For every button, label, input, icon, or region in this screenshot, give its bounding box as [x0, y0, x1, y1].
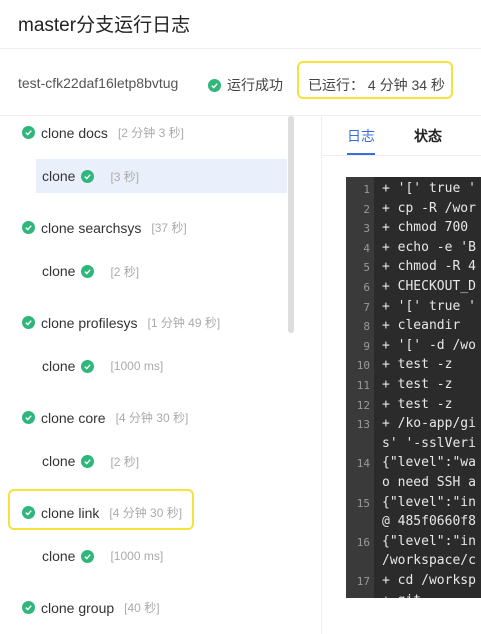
log-console[interactable]: 1 + '[' true ' 2 + cp -R /wor 3 + chmod 700 4… — [346, 177, 481, 598]
log-line-text: @ 485f0660f8 — [382, 514, 476, 530]
step-duration: [40 秒] — [124, 601, 160, 615]
log-line-text: + cp -R /wor — [382, 200, 476, 216]
tab-log[interactable]: 日志 — [347, 126, 375, 146]
substep-clone-link[interactable]: clone [1000 ms] — [36, 539, 287, 573]
substep-duration: [1000 ms] — [110, 359, 164, 373]
panel-divider — [321, 116, 322, 634]
tab-status[interactable]: 状态 — [414, 126, 442, 146]
step-duration: [1 分钟 49 秒] — [147, 316, 221, 330]
success-check-icon — [22, 126, 35, 139]
log-line-number: 4 — [363, 241, 370, 255]
run-status: 运行成功 — [208, 75, 283, 95]
success-check-icon — [81, 264, 95, 278]
success-check-icon — [81, 549, 95, 563]
substep-name: clone — [42, 168, 76, 184]
success-check-icon — [81, 169, 95, 183]
log-line-text: /workspace/c — [382, 553, 476, 569]
step-highlight — [8, 489, 194, 530]
step-name: clone core — [41, 409, 106, 426]
substep-name: clone — [42, 358, 76, 374]
substep-clone-docs[interactable]: clone [3 秒] — [36, 159, 287, 193]
log-line-text: + '[' true ' — [382, 298, 476, 314]
step-clone-core[interactable]: clone core [4 分钟 30 秒] — [22, 409, 188, 426]
step-duration: [4 分钟 30 秒] — [115, 411, 189, 425]
log-line-text: + /ko-app/gi — [382, 416, 476, 432]
log-line-text: {"level":"in — [382, 494, 476, 510]
substep-duration: [3 秒] — [110, 169, 140, 184]
log-line-number: 7 — [363, 300, 370, 314]
log-line-text: {"level":"wa — [382, 455, 476, 471]
log-line-text: o need SSH a — [382, 475, 476, 490]
log-line-text: + echo -e 'B — [382, 239, 476, 255]
step-duration: [37 秒] — [151, 221, 187, 235]
log-line-number: 9 — [363, 339, 370, 353]
log-line-number: 5 — [363, 261, 370, 275]
log-line-text: + cleandir — [382, 318, 461, 334]
elapsed-time: 已运行： 4 分钟 34 秒 — [308, 77, 445, 93]
log-line-number: 12 — [356, 398, 370, 412]
tab-divider — [322, 155, 481, 156]
step-name: clone profilesys — [41, 314, 138, 331]
log-line-number: 17 — [356, 575, 370, 588]
step-name: clone searchsys — [41, 219, 142, 236]
log-line-text: + '[' true ' — [382, 181, 476, 196]
log-line-text: + test -z — [382, 357, 453, 373]
log-line-text: + chmod 700 — [382, 220, 476, 236]
substep-duration: [2 秒] — [110, 454, 140, 469]
log-line-number: 6 — [363, 281, 370, 294]
log-line-text: + CHECKOUT_D — [382, 279, 476, 294]
substep-duration: [1000 ms] — [110, 549, 164, 563]
log-line-number: 14 — [356, 457, 370, 471]
step-list: clone docs [2 分钟 3 秒] clone [3 秒] clone … — [0, 116, 300, 634]
substep-name: clone — [42, 263, 76, 279]
success-check-icon — [22, 221, 35, 234]
log-line-number: 3 — [363, 222, 370, 236]
log-line-number: 11 — [356, 379, 370, 392]
log-line-text: + test -z — [382, 377, 453, 392]
success-check-icon — [22, 316, 35, 329]
step-list-scrollbar[interactable] — [288, 116, 294, 333]
log-line-number: 15 — [356, 496, 370, 510]
log-line-text: {"level":"in — [382, 533, 476, 549]
log-line-number: 16 — [356, 535, 370, 549]
step-clone-profilesys[interactable]: clone profilesys [1 分钟 49 秒] — [22, 314, 220, 331]
log-line-text: + '[' -d /wo — [382, 337, 476, 353]
step-clone-group[interactable]: clone group [40 秒] — [22, 599, 160, 616]
log-line-number: 10 — [356, 359, 370, 373]
success-check-icon — [81, 359, 95, 373]
log-line-number: 1 — [363, 183, 370, 196]
log-line-number: 13 — [356, 418, 370, 432]
log-line-text: s' '-sslVeri — [382, 435, 476, 451]
page-title: master分支运行日志 — [18, 15, 191, 36]
step-clone-docs[interactable]: clone docs [2 分钟 3 秒] — [22, 124, 184, 141]
log-line-text: + chmod -R 4 — [382, 259, 476, 275]
log-line-text: + git — [382, 593, 421, 598]
step-name: clone group — [41, 599, 115, 616]
success-check-icon — [22, 601, 35, 614]
header-divider — [0, 48, 481, 49]
log-line-number: 8 — [363, 320, 370, 334]
substep-duration: [2 秒] — [110, 264, 140, 279]
step-duration: [2 分钟 3 秒] — [117, 126, 184, 140]
log-line-text: + test -z — [382, 396, 453, 412]
run-status-label: 运行成功 — [227, 77, 283, 93]
success-check-icon — [81, 454, 95, 468]
success-check-icon — [22, 411, 35, 424]
log-line-text: + cd /worksp — [382, 573, 476, 588]
step-name: clone docs — [41, 124, 108, 141]
substep-clone-core[interactable]: clone [2 秒] — [36, 444, 287, 478]
substep-clone-searchsys[interactable]: clone [2 秒] — [36, 254, 287, 288]
run-id: test-cfk22daf16letp8bvtug — [18, 75, 179, 91]
substep-name: clone — [42, 453, 76, 469]
success-check-icon — [208, 78, 221, 92]
step-clone-searchsys[interactable]: clone searchsys [37 秒] — [22, 219, 187, 236]
substep-clone-profilesys[interactable]: clone [1000 ms] — [36, 349, 287, 383]
log-line-number: 2 — [363, 202, 370, 216]
substep-name: clone — [42, 548, 76, 564]
